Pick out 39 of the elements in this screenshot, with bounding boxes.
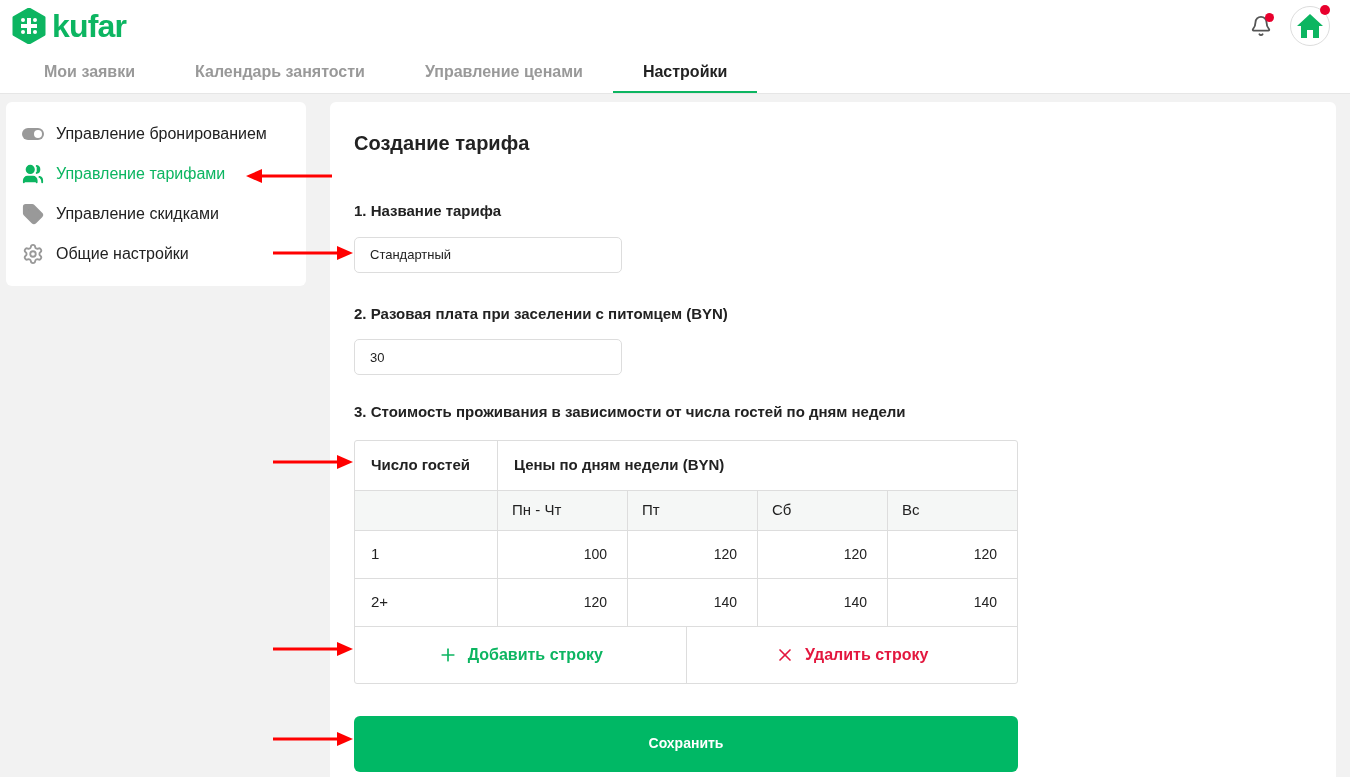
sidebar-label: Управление скидками (56, 204, 219, 224)
price-input[interactable]: 120 (628, 530, 758, 578)
field-label: 2. Разовая плата при заселении с питомцем (BYN) (354, 303, 729, 324)
avatar[interactable] (1290, 6, 1330, 46)
settings-icon (22, 243, 44, 265)
field-label: 3. Стоимость проживания в зависимости от числа гостей по дням недели (354, 402, 907, 422)
field-label: 1. Название тарифа (354, 201, 503, 221)
sidebar-item[interactable]: Общие настройки (22, 234, 290, 274)
table-header-cell: Пт (628, 490, 758, 530)
price-input[interactable]: 140 (628, 578, 758, 626)
tag-icon (22, 203, 44, 225)
sidebar-item[interactable]: Управление скидками (22, 194, 290, 234)
price-input[interactable]: 120 (888, 530, 1017, 578)
notification-icon[interactable] (1250, 15, 1272, 37)
form-title: Создание тарифа (354, 131, 531, 156)
table-cell: 2+ (355, 578, 498, 626)
table-header-cell-text: Цены по дням недели (BYN) (513, 454, 726, 475)
table-cell: 1 (355, 530, 498, 578)
sidebar-label: Общие настройки (56, 244, 189, 264)
input-field[interactable]: Стандартный (354, 236, 622, 273)
logo-icon (12, 8, 46, 44)
price-input[interactable]: 140 (758, 578, 888, 626)
table-header-cell: Пн - Чт (498, 490, 628, 530)
people-icon (22, 163, 44, 185)
price-input[interactable]: 100 (498, 530, 628, 578)
delete-row-button[interactable]: Удалить строку (686, 626, 1017, 683)
table-header-cell: Сб (758, 490, 888, 530)
input-field[interactable]: 30 (354, 339, 622, 375)
sidebar-label: Управление тарифами (56, 164, 226, 184)
house-icon (1296, 13, 1324, 39)
sidebar-label: Управление бронированием (56, 124, 267, 144)
price-input[interactable]: 120 (758, 530, 888, 578)
table-header-cell-text: Вс (901, 499, 921, 520)
price-input[interactable]: 140 (888, 578, 1017, 626)
table-header-cell: Число гостей (355, 440, 498, 490)
toggle-icon (22, 128, 44, 140)
sidebar-item[interactable]: Управление бронированием (22, 114, 290, 154)
price-input[interactable]: 120 (498, 578, 628, 626)
nav-tab[interactable]: Настройки (612, 52, 758, 93)
